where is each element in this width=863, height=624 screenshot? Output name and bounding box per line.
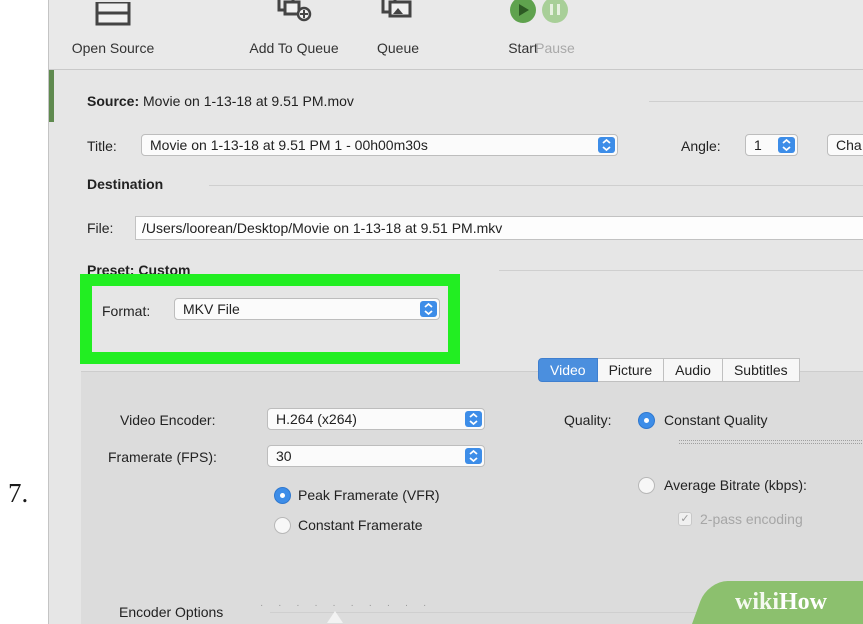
queue-button[interactable]: Queue <box>371 0 425 62</box>
source-value: Movie on 1-13-18 at 9.51 PM.mov <box>143 93 354 109</box>
quality-slider[interactable] <box>679 440 863 444</box>
destination-divider <box>209 185 863 186</box>
preset-slider-ticks: · · · · · · · · · · <box>260 600 433 611</box>
destination-heading: Destination <box>87 176 164 192</box>
settings-tabs: Video Picture Audio Subtitles <box>538 358 800 382</box>
step-number: 7. <box>8 478 29 508</box>
format-value: MKV File <box>183 301 240 317</box>
pause-label: Pause <box>535 40 575 56</box>
tab-audio[interactable]: Audio <box>664 358 723 382</box>
format-popup[interactable]: MKV File <box>174 298 440 320</box>
film-icon <box>95 2 131 26</box>
peak-framerate-radio[interactable] <box>274 487 291 504</box>
tab-video[interactable]: Video <box>538 358 598 382</box>
add-to-queue-icon <box>277 0 312 22</box>
source-label: Source: <box>87 93 140 109</box>
title-label: Title: <box>87 138 117 154</box>
title-value: Movie on 1-13-18 at 9.51 PM 1 - 00h00m30… <box>150 137 428 153</box>
preset-divider <box>499 270 863 271</box>
wikihow-logo-wiki: wiki <box>735 589 780 615</box>
file-path-value: /Users/loorean/Desktop/Movie on 1-13-18 … <box>142 220 503 236</box>
framerate-value: 30 <box>276 448 292 464</box>
tab-picture[interactable]: Picture <box>597 358 665 382</box>
add-to-queue-label: Add To Queue <box>249 40 339 56</box>
format-stepper <box>420 301 437 317</box>
average-bitrate-label: Average Bitrate (kbps): <box>664 477 807 493</box>
source-row: Source: Movie on 1-13-18 at 9.51 PM.mov <box>87 93 354 109</box>
peak-framerate-label: Peak Framerate (VFR) <box>298 487 440 503</box>
up-down-arrows-icon <box>602 138 611 152</box>
angle-popup[interactable]: 1 <box>745 134 798 156</box>
queue-icon <box>381 0 412 18</box>
pause-icon <box>542 0 568 23</box>
encoder-options-heading: Encoder Options <box>119 604 224 620</box>
format-label: Format: <box>102 303 151 319</box>
up-down-arrows-icon <box>782 138 791 152</box>
start-label: Start <box>508 40 538 56</box>
angle-value: 1 <box>754 137 762 153</box>
tab-subtitles[interactable]: Subtitles <box>722 358 800 382</box>
two-pass-label: 2-pass encoding <box>700 511 803 527</box>
video-encoder-stepper <box>465 411 482 427</box>
constant-framerate-label: Constant Framerate <box>298 517 423 533</box>
queue-label: Queue <box>376 40 420 56</box>
framerate-popup[interactable]: 30 <box>267 445 485 467</box>
chapters-popup[interactable]: Cha <box>827 134 863 156</box>
chapters-label: Cha <box>836 137 862 153</box>
open-source-label: Open Source <box>71 40 155 56</box>
title-stepper <box>598 137 615 153</box>
video-encoder-value: H.264 (x264) <box>276 411 357 427</box>
framerate-stepper <box>465 448 482 464</box>
preset-slider-knob[interactable] <box>327 611 343 623</box>
wikihow-logo: wikiHow <box>735 589 827 616</box>
angle-label: Angle: <box>681 138 721 154</box>
file-path-field[interactable]: /Users/loorean/Desktop/Movie on 1-13-18 … <box>135 216 863 240</box>
toolbar: Open Source Add To Queue Queue Start Pau… <box>49 0 863 70</box>
file-label: File: <box>87 220 114 236</box>
up-down-arrows-icon <box>424 302 433 316</box>
framerate-label: Framerate (FPS): <box>108 449 217 465</box>
open-source-button[interactable]: Open Source <box>61 0 165 62</box>
window-edge-accent <box>49 70 54 122</box>
constant-framerate-radio[interactable] <box>274 517 291 534</box>
average-bitrate-radio[interactable] <box>638 477 655 494</box>
wikihow-logo-how: How <box>779 589 828 615</box>
up-down-arrows-icon <box>469 412 478 426</box>
quality-label: Quality: <box>564 412 612 428</box>
pause-button[interactable]: Pause <box>535 0 575 62</box>
video-encoder-label: Video Encoder: <box>120 412 216 428</box>
source-divider <box>649 101 863 102</box>
constant-quality-label: Constant Quality <box>664 412 768 428</box>
video-encoder-popup[interactable]: H.264 (x264) <box>267 408 485 430</box>
angle-stepper <box>778 137 795 153</box>
up-down-arrows-icon <box>469 449 478 463</box>
add-to-queue-button[interactable]: Add To Queue <box>239 0 349 62</box>
constant-quality-radio[interactable] <box>638 412 655 429</box>
handbrake-window: Open Source Add To Queue Queue Start Pau… <box>48 0 863 624</box>
title-popup[interactable]: Movie on 1-13-18 at 9.51 PM 1 - 00h00m30… <box>141 134 618 156</box>
two-pass-checkbox[interactable]: ✓ <box>678 512 692 526</box>
